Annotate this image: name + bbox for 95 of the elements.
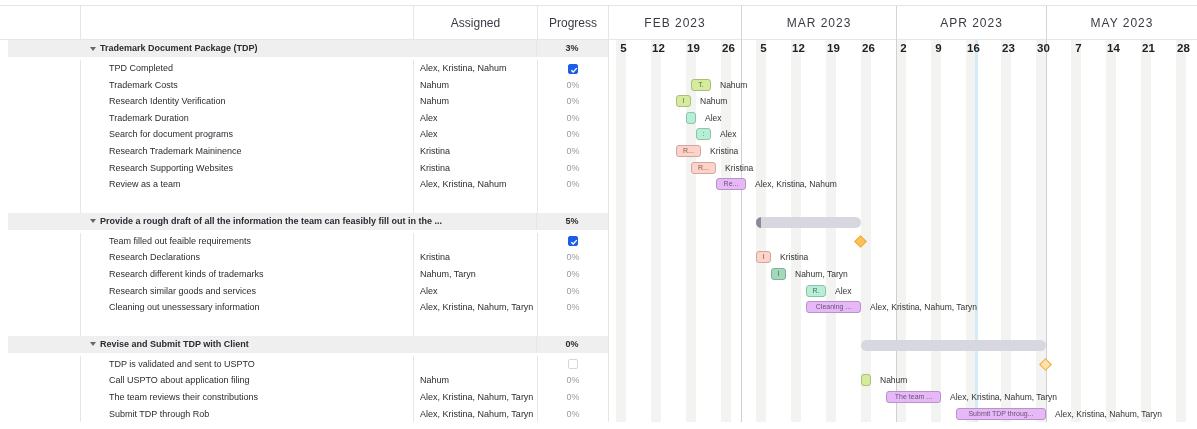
assignee-text: Alex, Kristina, Nahum: [419, 179, 507, 190]
week-label: 5: [620, 41, 627, 56]
week-label: 26: [862, 41, 875, 56]
column-header[interactable]: Progress: [549, 13, 597, 32]
assignee-label: Alex: [705, 111, 722, 125]
week-label: 12: [652, 41, 665, 56]
assignee-label: Alex, Kristina, Nahum, Taryn: [1055, 407, 1163, 421]
assignee-label: Alex: [720, 128, 737, 142]
assignee-label: Nahum: [700, 95, 728, 109]
assignee-label: Nahum, Taryn: [795, 267, 848, 281]
task-name[interactable]: Call USPTO about application filing: [81, 375, 250, 386]
task-name[interactable]: Review as a team: [81, 179, 181, 190]
assignee-text: Alex: [419, 285, 438, 296]
progress-text: 0%: [566, 252, 580, 263]
column-header[interactable]: Assigned: [450, 13, 501, 32]
progress-text: 0%: [566, 302, 580, 313]
progress-text: 0%: [566, 268, 580, 279]
progress-text: 0%: [566, 112, 580, 123]
assignee-label: Alex: [835, 284, 852, 298]
week-label: 28: [1177, 41, 1190, 56]
task-name[interactable]: TDP is validated and sent to USPTO: [81, 358, 255, 369]
group-name[interactable]: Trademark Document Package (TDP): [100, 43, 258, 53]
task-name[interactable]: Research Identity Verification: [81, 96, 226, 107]
caret-icon[interactable]: [90, 46, 96, 51]
task-name[interactable]: Submit TDP through Rob: [81, 408, 210, 419]
assignee-label: Alex, Kristina, Nahum, Taryn: [950, 390, 1058, 404]
progress-text: 0%: [566, 375, 580, 386]
week-label: 21: [1142, 41, 1155, 56]
checkbox[interactable]: [568, 63, 578, 74]
assignee-label: Alex, Kristina, Nahum, Taryn: [870, 301, 978, 315]
assignee-text: Nahum: [419, 96, 449, 107]
progress-text: 0%: [566, 96, 580, 107]
week-label: 23: [1002, 41, 1015, 56]
progress-text: 0%: [566, 179, 580, 190]
week-label: 19: [827, 41, 840, 56]
progress-text: 0%: [566, 285, 580, 296]
assignee-label: Nahum: [720, 78, 748, 92]
task-name[interactable]: Research similar goods and services: [81, 285, 257, 296]
week-label: 26: [722, 41, 735, 56]
week-label: 9: [935, 41, 942, 56]
assignee-text: Kristina: [419, 162, 450, 173]
task-bar[interactable]: [861, 374, 871, 387]
summary-bar[interactable]: [756, 216, 861, 228]
caret-icon[interactable]: [90, 219, 96, 224]
task-bar[interactable]: [686, 111, 696, 124]
week-label: 19: [687, 41, 700, 56]
assignee-text: Nahum: [419, 79, 449, 90]
task-name[interactable]: The team reviews their constributions: [81, 391, 259, 402]
task-name[interactable]: Research Trademark Maininence: [81, 145, 242, 156]
assignee-text: Kristina: [419, 145, 450, 156]
assignee-label: Kristina: [710, 144, 739, 158]
week-label: 30: [1037, 41, 1050, 56]
week-label: 16: [967, 41, 980, 56]
month-label: APR 2023: [940, 15, 1003, 32]
assignee-text: Alex, Kristina, Nahum, Taryn: [419, 391, 534, 402]
group-name[interactable]: Provide a rough draft of all the information the team can feasibly fill out in the ...: [100, 215, 443, 226]
progress-text: 0%: [566, 391, 580, 402]
assignee-label: Kristina: [725, 161, 754, 175]
assignee-text: Alex: [419, 129, 438, 140]
progress-text: 0%: [566, 408, 580, 419]
month-label: MAY 2023: [1090, 15, 1154, 32]
progress-text: 0%: [566, 129, 580, 140]
assignee-text: Alex: [419, 112, 438, 123]
assignee-label: Nahum: [880, 374, 908, 388]
assignee-text: Nahum: [419, 375, 449, 386]
week-label: 12: [792, 41, 805, 56]
task-name[interactable]: TPD Completed: [81, 63, 174, 73]
progress-text: 0%: [566, 162, 580, 173]
milestone-marker[interactable]: [854, 234, 867, 248]
task-name[interactable]: Research Supporting Websites: [81, 162, 233, 173]
task-name[interactable]: Research Declarations: [81, 252, 201, 263]
week-label: 7: [1075, 41, 1082, 56]
task-name[interactable]: Search for document programs: [81, 129, 234, 140]
month-label: FEB 2023: [644, 15, 706, 32]
task-name[interactable]: Cleaning out unessessary information: [81, 302, 260, 313]
week-label: 5: [760, 41, 767, 56]
week-label: 2: [900, 41, 907, 56]
month-label: MAR 2023: [786, 15, 852, 32]
task-name[interactable]: Trademark Duration: [81, 112, 189, 123]
task-name[interactable]: Research different kinds of trademarks: [81, 268, 264, 279]
checkbox[interactable]: [568, 236, 578, 247]
task-name[interactable]: Trademark Costs: [81, 79, 178, 90]
assignee-text: Nahum, Taryn: [419, 268, 476, 279]
assignee-label: Kristina: [780, 251, 809, 265]
week-label: 14: [1107, 41, 1120, 56]
assignee-text: Alex, Kristina, Nahum, Taryn: [419, 408, 534, 419]
task-name[interactable]: Team filled out feaible requirements: [81, 235, 252, 246]
assignee-text: Kristina: [419, 252, 450, 263]
progress-text: 0%: [566, 145, 580, 156]
assignee-text: Alex, Kristina, Nahum: [419, 63, 507, 73]
progress-text: 0%: [566, 79, 580, 90]
assignee-text: Alex, Kristina, Nahum, Taryn: [419, 302, 534, 313]
caret-icon[interactable]: [90, 342, 96, 347]
assignee-label: Alex, Kristina, Nahum: [755, 178, 837, 192]
group-name[interactable]: Revise and Submit TDP with Client: [100, 338, 249, 349]
